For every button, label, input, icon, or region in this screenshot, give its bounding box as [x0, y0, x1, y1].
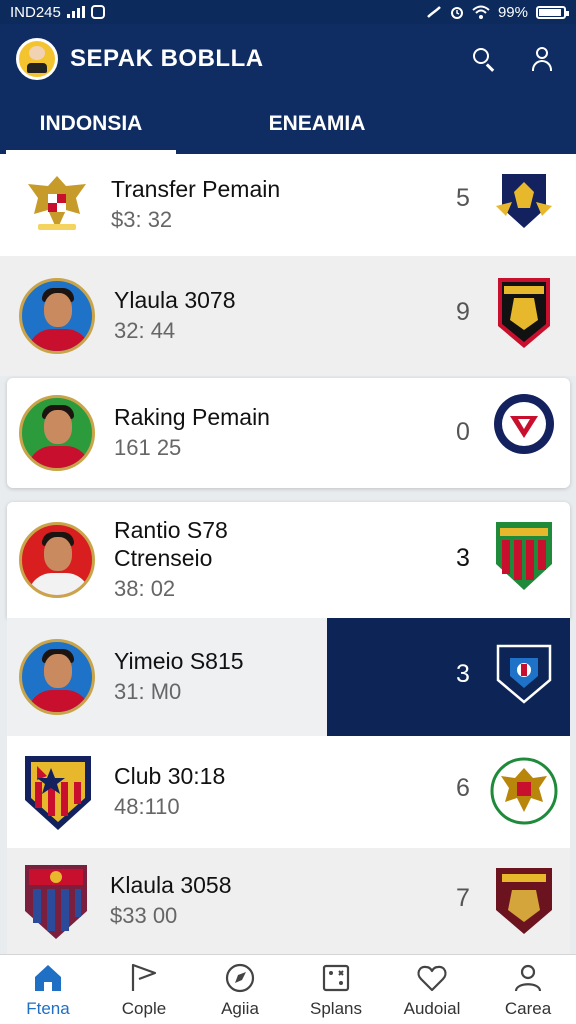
list-item[interactable]: Rantio S78 Ctrenseio 38: 02 3 — [7, 502, 570, 618]
flag-icon — [131, 963, 157, 991]
item-title-secondary: Ctrenseio — [114, 545, 213, 571]
status-bar: IND245 99% — [0, 0, 576, 24]
nav-label: Splans — [310, 998, 362, 1018]
nav-label: Ftena — [26, 998, 70, 1018]
item-title: Ylaula 3078 — [114, 287, 236, 313]
nfc-icon — [427, 6, 441, 18]
list-item[interactable]: Club 30:18 48:110 6 — [7, 736, 570, 848]
item-subtitle: 38: 02 — [114, 576, 176, 601]
club-badge-icon — [490, 757, 558, 825]
item-count: 7 — [456, 884, 470, 912]
alarm-icon — [450, 7, 463, 19]
striped-shield-icon — [25, 756, 91, 830]
signal-icon — [66, 6, 85, 18]
item-subtitle: 31: M0 — [114, 679, 182, 704]
item-title: Yimeio S815 — [114, 648, 244, 674]
list-item[interactable]: Raking Pemain 161 25 0 — [7, 378, 570, 488]
item-count: 5 — [456, 184, 470, 212]
item-subtitle: $3: 32 — [111, 207, 173, 232]
profile-button[interactable] — [528, 45, 556, 73]
garuda-crest-icon — [28, 176, 86, 230]
home-icon — [35, 964, 61, 991]
club-badge-icon — [496, 644, 552, 704]
nav-label: Agiia — [221, 998, 259, 1018]
carrier-label: IND245 — [10, 3, 61, 21]
profile-icon — [514, 964, 542, 991]
item-count: 9 — [456, 298, 470, 326]
list-item[interactable]: Klaula 3058 $33 00 7 — [7, 848, 570, 954]
tab-indonsia[interactable]: INDONSIA — [6, 94, 176, 154]
item-count: 3 — [456, 660, 470, 688]
player-avatar — [19, 639, 95, 715]
club-badge-icon — [496, 522, 552, 590]
nav-splans[interactable]: Splans — [288, 955, 384, 1024]
app-title: SEPAK BOBLLA — [70, 45, 264, 72]
item-title: Klaula 3058 — [110, 872, 232, 898]
list-item[interactable]: Yimeio S815 31: M0 3 — [7, 618, 570, 736]
battery-percent: 99% — [497, 3, 528, 21]
news-list: Transfer Pemain $3: 32 5 Ylaula 3078 32:… — [0, 154, 576, 954]
item-subtitle: 48:110 — [114, 794, 180, 819]
list-item[interactable]: Ylaula 3078 32: 44 9 — [0, 256, 576, 376]
heart-icon — [417, 965, 447, 991]
item-subtitle: 161 25 — [114, 435, 182, 460]
item-title: Raking Pemain — [114, 404, 270, 430]
item-count: 6 — [456, 774, 470, 802]
player-avatar — [19, 522, 95, 598]
list-item[interactable]: Transfer Pemain $3: 32 5 — [0, 154, 576, 256]
tab-bar: INDONSIA ENEAMIA — [0, 94, 576, 154]
player-avatar — [19, 395, 95, 471]
compass-icon — [225, 963, 255, 992]
club-badge-icon — [496, 174, 552, 228]
nav-label: Carea — [504, 998, 552, 1018]
player-avatar — [19, 278, 95, 354]
nav-cople[interactable]: Cople — [96, 955, 192, 1024]
item-subtitle: $33 00 — [110, 903, 178, 928]
notification-icon — [90, 5, 105, 19]
item-count: 3 — [456, 544, 470, 572]
club-badge-icon — [498, 278, 550, 348]
battery-icon — [536, 5, 569, 19]
nav-label: Audoial — [403, 998, 461, 1018]
item-subtitle: 32: 44 — [114, 318, 176, 343]
tab-eneamia[interactable]: ENEAMIA — [232, 94, 402, 154]
item-title: Club 30:18 — [114, 763, 226, 789]
item-title: Rantio S78 — [114, 517, 228, 543]
tactics-board-icon — [322, 964, 350, 991]
nav-label: Cople — [121, 998, 167, 1018]
wifi-icon — [472, 5, 490, 19]
search-button[interactable] — [470, 45, 498, 73]
app-bar: SEPAK BOBLLA — [0, 24, 576, 94]
club-badge-icon — [496, 868, 552, 934]
bottom-nav: Ftena Cople Agiia Splans Audoial Carea — [0, 954, 576, 1024]
item-count: 0 — [456, 418, 470, 446]
item-title: Transfer Pemain — [111, 176, 281, 202]
nav-audoial[interactable]: Audoial — [384, 955, 480, 1024]
app-logo — [16, 38, 58, 80]
nav-ftena[interactable]: Ftena — [0, 955, 96, 1024]
nav-carea[interactable]: Carea — [480, 955, 576, 1024]
club-badge-icon — [494, 394, 554, 454]
nav-agiia[interactable]: Agiia — [192, 955, 288, 1024]
striped-shield-icon — [25, 865, 87, 939]
